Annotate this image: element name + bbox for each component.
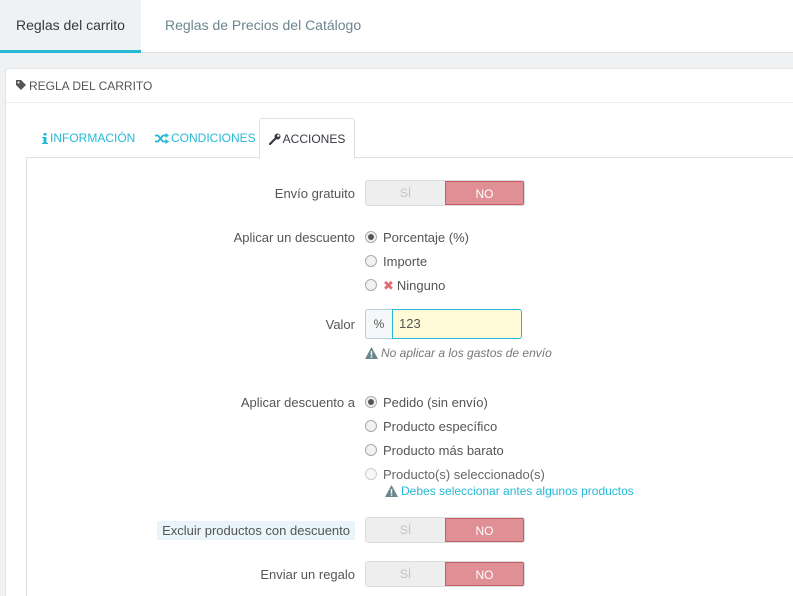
radio-dot[interactable] (365, 279, 377, 291)
select-products-warning-text: Debes seleccionar antes algunos producto… (401, 484, 634, 498)
radio-amount-label: Importe (383, 254, 428, 269)
radio-percentage-label: Porcentaje (%) (383, 230, 469, 245)
exclude-discounted-no[interactable]: NO (444, 518, 524, 542)
radio-percentage[interactable]: Porcentaje (%) (365, 230, 469, 245)
radio-cheapest-product[interactable]: Producto más barato (365, 443, 504, 458)
warning-icon (365, 346, 381, 360)
value-help-text: No aplicar a los gastos de envío (381, 346, 552, 360)
radio-selected-products: Producto(s) seleccionado(s) (365, 467, 545, 482)
radio-selected-label: Producto(s) seleccionado(s) (383, 467, 545, 482)
radio-dot[interactable] (365, 444, 377, 456)
radio-cheapest-label: Producto más barato (383, 443, 504, 458)
radio-dot[interactable] (365, 420, 377, 432)
tab-acciones[interactable]: ACCIONES (259, 118, 355, 159)
free-shipping-label: Envío gratuito (274, 186, 355, 201)
free-shipping-switch[interactable]: SÍ NO (365, 180, 525, 206)
send-gift-switch[interactable]: SÍ NO (365, 561, 525, 587)
value-label: Valor (325, 317, 355, 332)
shuffle-icon (155, 131, 171, 145)
free-shipping-no[interactable]: NO (444, 181, 524, 205)
top-tab-bar: Reglas del carrito Reglas de Precios del… (0, 0, 793, 53)
radio-dot[interactable] (365, 255, 377, 267)
radio-dot[interactable] (365, 231, 377, 243)
tab-condiciones-label: CONDICIONES (171, 131, 256, 145)
tab-catalog-price-rules[interactable]: Reglas de Precios del Catálogo (165, 0, 361, 53)
radio-dot (365, 468, 377, 480)
tab-condiciones[interactable]: CONDICIONES (155, 118, 256, 158)
sub-tab-bar: INFORMACIÓN CONDICIONES ACCIONES (26, 118, 793, 159)
tab-informacion[interactable]: INFORMACIÓN (42, 118, 135, 158)
radio-order[interactable]: Pedido (sin envío) (365, 395, 488, 410)
info-icon (42, 131, 50, 145)
radio-specific-label: Producto específico (383, 419, 498, 434)
send-gift-no[interactable]: NO (444, 562, 524, 586)
panel-heading: REGLA DEL CARRITO (6, 69, 793, 103)
exclude-discounted-label: Excluir productos con descuento (157, 521, 355, 540)
radio-none[interactable]: ✖ Ninguno (365, 278, 445, 294)
radio-amount[interactable]: Importe (365, 254, 427, 269)
value-input[interactable]: 123 (392, 309, 522, 339)
send-gift-yes[interactable]: SÍ (366, 562, 445, 586)
radio-specific-product[interactable]: Producto específico (365, 419, 497, 434)
panel-title: REGLA DEL CARRITO (29, 79, 153, 93)
exclude-discounted-yes[interactable]: SÍ (366, 518, 445, 542)
send-gift-label: Enviar un regalo (260, 567, 355, 582)
percent-addon: % (365, 309, 392, 339)
radio-order-label: Pedido (sin envío) (383, 395, 488, 410)
warning-icon (385, 484, 401, 498)
exclude-discounted-switch[interactable]: SÍ NO (365, 517, 525, 543)
value-help: No aplicar a los gastos de envío (365, 346, 552, 360)
tag-icon (15, 70, 27, 104)
wrench-icon (268, 132, 283, 146)
tab-informacion-label: INFORMACIÓN (50, 131, 136, 145)
value-input-group: % 123 (365, 309, 522, 339)
tab-acciones-label: ACCIONES (282, 132, 346, 146)
apply-discount-label: Aplicar un descuento (233, 230, 355, 245)
select-products-warning[interactable]: Debes seleccionar antes algunos producto… (385, 484, 634, 498)
tab-cart-rules[interactable]: Reglas del carrito (0, 0, 141, 53)
radio-none-label: Ninguno (396, 278, 446, 293)
close-icon: ✖ (383, 278, 394, 293)
apply-to-label: Aplicar descuento a (240, 395, 355, 410)
free-shipping-yes[interactable]: SÍ (366, 181, 445, 205)
radio-dot[interactable] (365, 396, 377, 408)
